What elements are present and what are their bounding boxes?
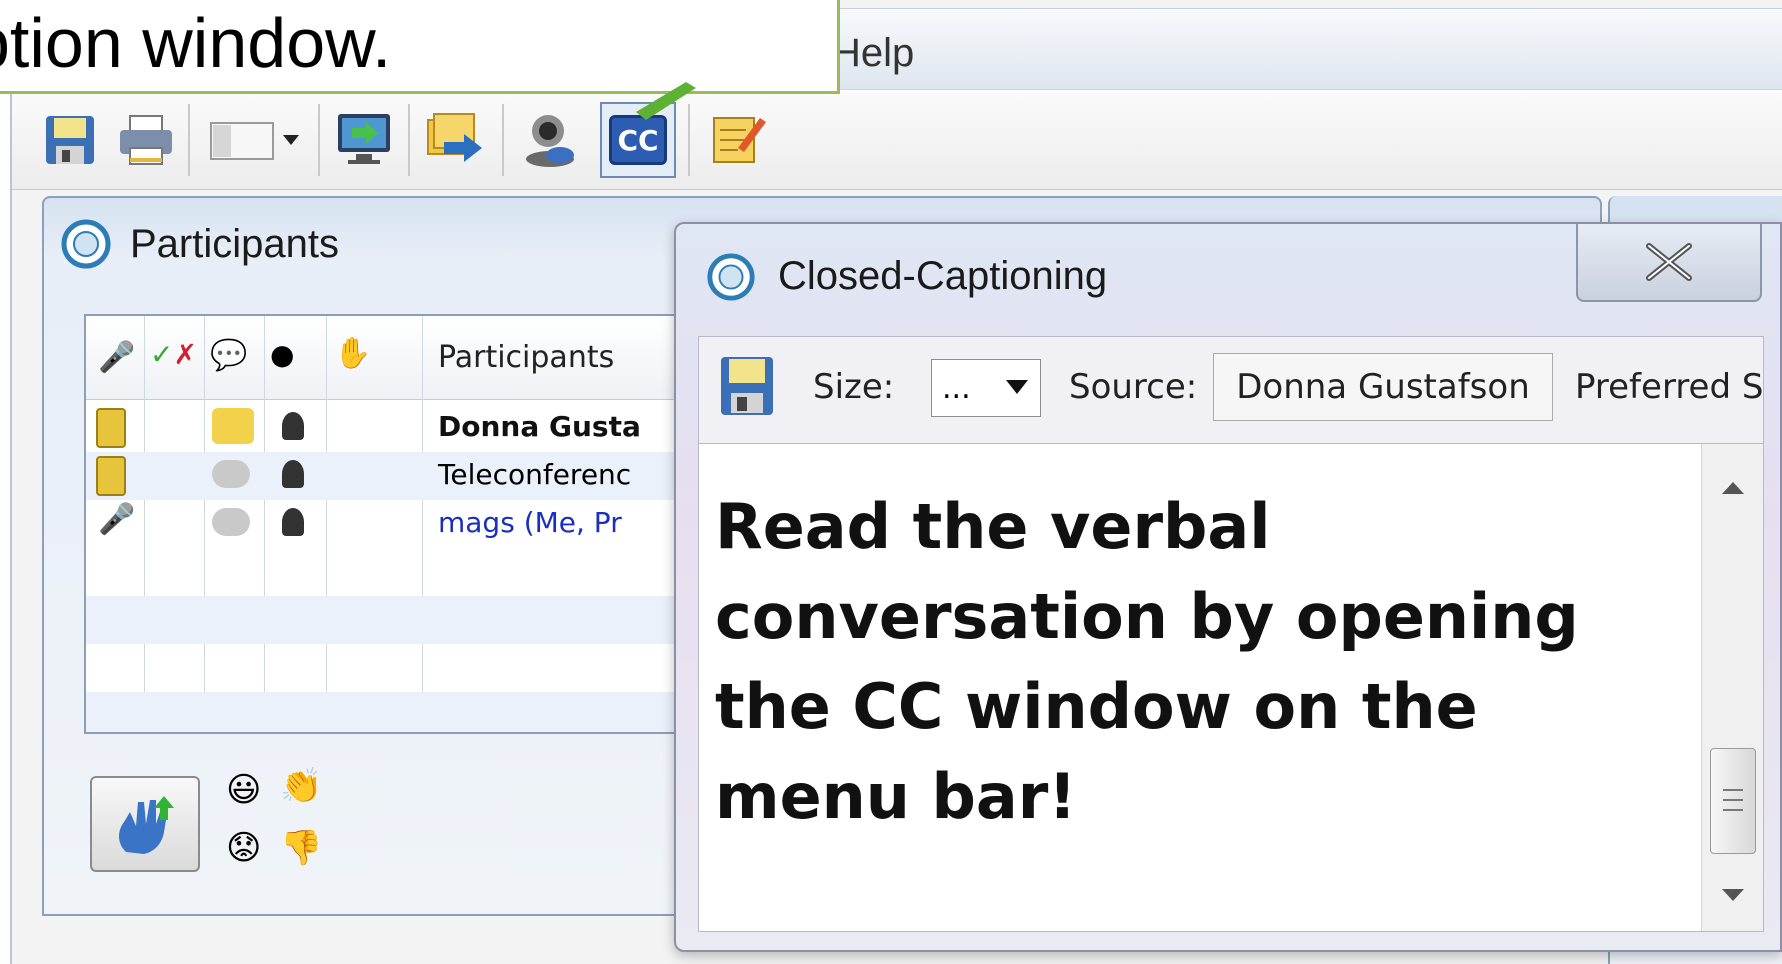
webcam-icon	[282, 412, 304, 440]
table-row	[86, 692, 722, 732]
app-logo-icon	[706, 252, 756, 306]
participants-panel-title: Participants	[130, 222, 339, 266]
callout-text: ption window.	[0, 4, 392, 82]
microphone-icon[interactable]: 🎤	[98, 340, 135, 375]
chat-icon	[212, 508, 250, 536]
transfer-icon[interactable]	[418, 102, 494, 178]
close-button[interactable]	[1576, 224, 1762, 302]
participant-name: mags (Me, Pr	[438, 506, 622, 539]
size-select-value: ...	[942, 370, 971, 406]
closed-captioning-window: Closed-Captioning Size: ... Source: Donn…	[674, 222, 1782, 952]
sad-icon[interactable]: 😟	[226, 828, 261, 868]
share-screen-icon[interactable]	[326, 102, 402, 178]
caption-display: Read the verbal conversation by opening …	[698, 444, 1764, 932]
scrollbar[interactable]	[1701, 444, 1763, 931]
menu-help[interactable]: Help	[832, 31, 914, 76]
layout-icon[interactable]	[202, 102, 312, 178]
source-field[interactable]: Donna Gustafson	[1213, 353, 1553, 421]
participants-column-header[interactable]: Participants	[438, 340, 614, 375]
scroll-thumb[interactable]	[1710, 748, 1756, 854]
save-icon[interactable]	[717, 353, 777, 427]
close-icon	[1646, 243, 1692, 281]
caption-text: Read the verbal conversation by opening …	[715, 490, 1579, 833]
raise-hand-icon[interactable]: ✋	[334, 336, 371, 371]
clap-icon[interactable]: 👏	[280, 766, 322, 806]
raise-hand-button[interactable]	[90, 776, 200, 872]
webcam-icon	[282, 460, 304, 488]
webcam-icon[interactable]	[512, 102, 588, 178]
table-row[interactable]: Donna Gusta	[86, 404, 722, 452]
microphone-icon: 🎤	[98, 502, 136, 537]
smile-icon[interactable]: 😃	[226, 770, 261, 810]
chat-icon	[212, 460, 250, 488]
scroll-up-icon[interactable]	[1722, 482, 1744, 494]
cc-toolbar: Size: ... Source: Donna Gustafson Prefer…	[698, 336, 1764, 444]
phone-icon	[96, 456, 126, 496]
chat-icon[interactable]: 💬	[210, 338, 247, 373]
phone-icon	[96, 408, 126, 448]
webcam-icon	[282, 508, 304, 536]
thumbs-down-icon[interactable]: 👎	[280, 828, 322, 868]
cc-icon: CC	[609, 115, 667, 165]
participant-name: Donna Gusta	[438, 410, 641, 443]
main-toolbar: CC	[12, 90, 1782, 190]
print-icon[interactable]	[108, 102, 184, 178]
participant-name: Teleconferenc	[438, 458, 632, 491]
participants-table-header: 🎤 ✓✗ 💬 ● ✋ Participants	[86, 316, 722, 400]
participants-table: 🎤 ✓✗ 💬 ● ✋ Participants Donna Gusta Tele…	[84, 314, 724, 734]
callout-pointer	[636, 82, 696, 120]
yes-no-icon[interactable]: ✓✗	[150, 338, 197, 371]
cc-window-title: Closed-Captioning	[778, 254, 1108, 298]
app-logo-icon	[60, 218, 112, 274]
chevron-down-icon	[1006, 380, 1028, 394]
table-row	[86, 596, 722, 644]
chat-icon	[212, 408, 254, 444]
size-select[interactable]: ...	[931, 359, 1041, 417]
table-row[interactable]: 🎤 mags (Me, Pr	[86, 500, 722, 548]
instruction-callout: ption window.	[0, 0, 840, 94]
size-label: Size:	[813, 367, 895, 407]
table-row[interactable]: Teleconferenc	[86, 452, 722, 500]
source-label: Source:	[1069, 367, 1198, 407]
scroll-down-icon[interactable]	[1722, 889, 1744, 901]
preferred-source-label: Preferred S	[1575, 367, 1764, 407]
notes-icon[interactable]	[700, 102, 776, 178]
save-icon[interactable]	[32, 102, 108, 178]
webcam-icon[interactable]: ●	[270, 338, 294, 371]
